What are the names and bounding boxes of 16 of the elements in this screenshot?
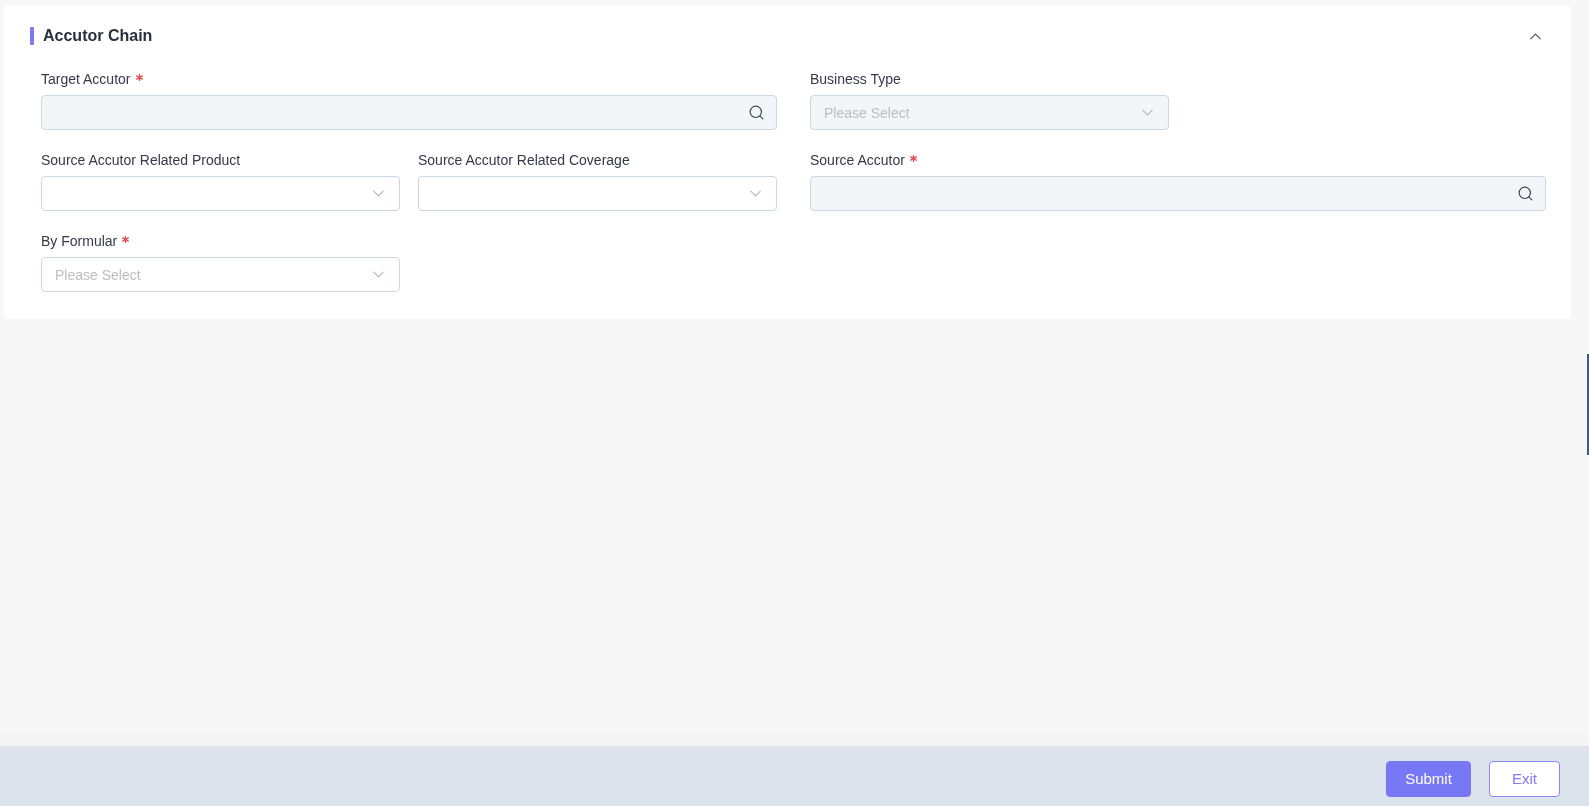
search-icon[interactable] [748, 104, 765, 121]
field-label: By Formular [41, 232, 118, 251]
select-field[interactable]: Please Select [41, 257, 400, 292]
section-title: Accutor Chain [43, 26, 153, 46]
section-accent-bar [30, 27, 34, 45]
field-label: Business Type [810, 70, 901, 89]
field-label: Source Accutor Related Coverage [418, 151, 630, 170]
submit-button[interactable]: Submit [1386, 761, 1471, 797]
exit-button[interactable]: Exit [1489, 761, 1560, 797]
select-field[interactable] [41, 176, 400, 211]
search-icon[interactable] [1517, 185, 1534, 202]
scrollbar-thumb[interactable] [1587, 354, 1589, 455]
field-label: Source Accutor Related Product [41, 151, 241, 170]
field-label: Source Accutor [810, 151, 905, 170]
field-label: Target Accutor [41, 70, 131, 89]
select-field[interactable] [418, 176, 777, 211]
